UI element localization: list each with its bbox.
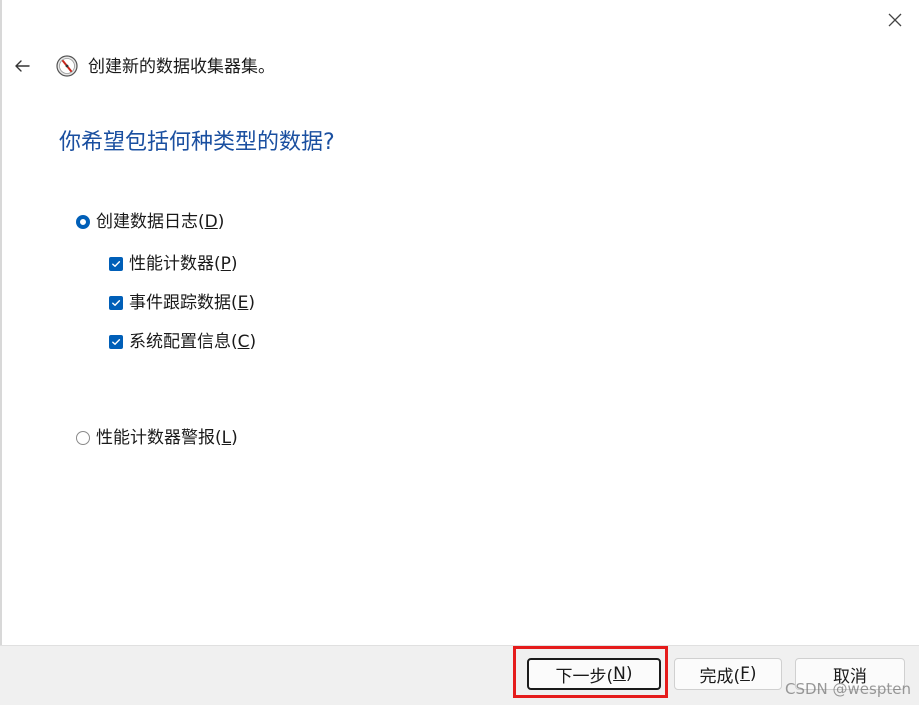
checkbox-performance-counter-label: 性能计数器(P) — [129, 254, 238, 274]
page-heading: 你希望包括何种类型的数据? — [59, 130, 335, 155]
checkbox-checked-indicator — [109, 335, 123, 349]
back-button[interactable] — [8, 52, 36, 80]
finish-button[interactable]: 完成(F) — [674, 658, 782, 690]
watermark: CSDN @wespten — [785, 680, 911, 698]
checkbox-event-trace-data[interactable]: 事件跟踪数据(E) — [109, 292, 255, 314]
window-left-edge — [0, 0, 2, 645]
checkmark-icon — [112, 339, 121, 345]
radio-create-data-log-label: 创建数据日志(D) — [96, 212, 225, 232]
back-arrow-icon — [15, 60, 30, 72]
wizard-window: 创建新的数据收集器集。 你希望包括何种类型的数据? 创建数据日志(D) 性能计数… — [0, 0, 919, 705]
close-button[interactable] — [872, 0, 918, 40]
checkmark-icon — [112, 261, 121, 267]
radio-create-data-log[interactable]: 创建数据日志(D) — [76, 211, 224, 233]
checkbox-checked-indicator — [109, 257, 123, 271]
checkbox-performance-counter[interactable]: 性能计数器(P) — [109, 253, 238, 275]
checkbox-event-trace-data-label: 事件跟踪数据(E) — [129, 293, 256, 313]
radio-performance-counter-alert-label: 性能计数器警报(L) — [96, 428, 238, 448]
checkbox-checked-indicator — [109, 296, 123, 310]
performance-monitor-icon — [56, 55, 78, 77]
next-button[interactable]: 下一步(N) — [527, 658, 661, 690]
radio-selected-indicator — [76, 215, 90, 229]
close-icon — [888, 13, 902, 27]
checkmark-icon — [112, 300, 121, 306]
window-title: 创建新的数据收集器集。 — [88, 57, 275, 77]
checkbox-system-config-info[interactable]: 系统配置信息(C) — [109, 331, 256, 353]
radio-unselected-indicator — [76, 431, 90, 445]
radio-performance-counter-alert[interactable]: 性能计数器警报(L) — [76, 427, 238, 449]
checkbox-system-config-info-label: 系统配置信息(C) — [129, 332, 257, 352]
